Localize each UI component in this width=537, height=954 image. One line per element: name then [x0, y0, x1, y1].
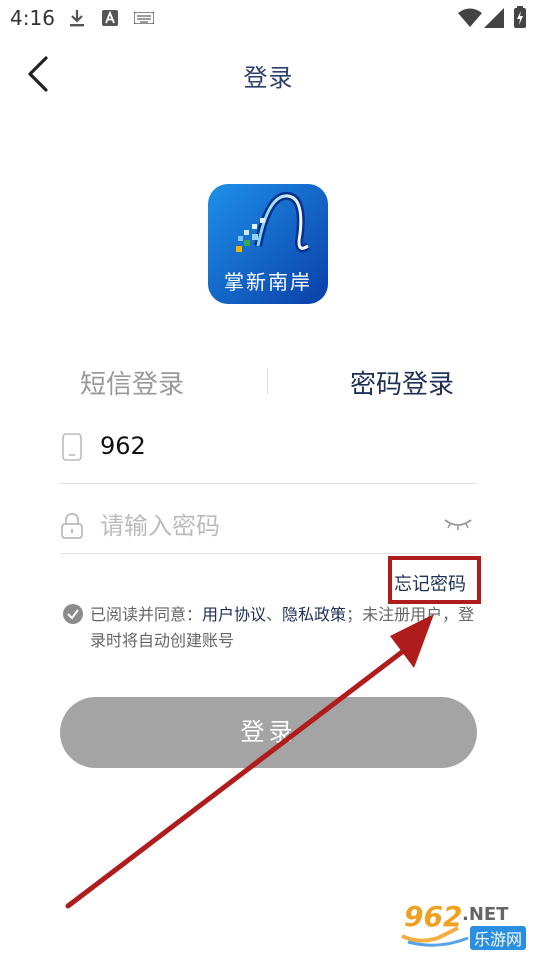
phone-icon [62, 433, 82, 461]
privacy-policy-link[interactable]: 隐私政策 [282, 605, 346, 624]
user-agreement-link[interactable]: 用户协议 [202, 605, 266, 624]
lock-icon [61, 513, 83, 539]
watermark-domain: .NET [462, 904, 509, 925]
download-icon [70, 10, 84, 27]
app-logo: 掌新南岸 [208, 184, 328, 304]
phone-underline [60, 483, 477, 484]
battery-charging-icon [514, 6, 526, 28]
status-time: 4:16 [10, 6, 55, 30]
logo-text: 掌新南岸 [224, 270, 312, 294]
password-input[interactable] [100, 512, 430, 540]
annotation-arrow [65, 614, 434, 909]
agreement-checkbox[interactable] [63, 604, 83, 624]
watermark-brand: 962 [404, 900, 463, 933]
agreement-separator: 、 [266, 605, 283, 624]
phone-input[interactable] [100, 432, 430, 460]
page-title: 登录 [243, 64, 294, 92]
agreement-prefix: 已阅读并同意： [90, 605, 203, 624]
tab-divider [267, 368, 268, 394]
watermark: 962 .NET 乐游网 [398, 898, 531, 950]
keyboard-a-icon [102, 10, 118, 26]
agreement-text: 已阅读并同意：用户协议、隐私政策；未注册用户，登录时将自动创建账号 [90, 602, 480, 654]
keyboard-icon [134, 12, 154, 24]
status-bar: 4:16 [0, 0, 537, 36]
watermark-site-name: 乐游网 [470, 926, 527, 950]
login-button[interactable]: 登录 [60, 697, 477, 768]
eye-closed-icon[interactable] [442, 514, 474, 534]
tab-password-login[interactable]: 密码登录 [350, 364, 454, 401]
forgot-password-highlight [388, 556, 481, 604]
signal-icon [484, 8, 504, 28]
password-underline [60, 553, 477, 554]
tab-sms-login[interactable]: 短信登录 [80, 364, 184, 401]
checkmark-icon [67, 609, 79, 620]
wifi-icon [458, 8, 482, 27]
